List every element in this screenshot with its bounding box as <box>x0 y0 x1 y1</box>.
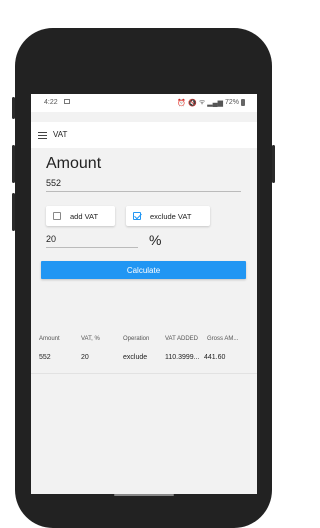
header-operation: Operation <box>123 336 150 342</box>
status-icons: ⏰ 🔇 ᯤ ▂▄▆ 72% <box>177 98 245 107</box>
alarm-icon: ⏰ <box>177 99 187 107</box>
hamburger-menu-icon[interactable] <box>38 132 47 139</box>
home-indicator <box>114 494 174 496</box>
cell-gross-amount: 441.60 <box>204 354 226 361</box>
volume-button <box>12 97 15 119</box>
status-bar: 4:22 ⏰ 🔇 ᯤ ▂▄▆ 72% <box>31 94 257 112</box>
exclude-vat-checkbox[interactable]: exclude VAT <box>126 206 210 226</box>
volume-button-lowest <box>12 193 15 231</box>
cell-operation: exclude <box>123 354 148 361</box>
row-divider <box>31 373 257 374</box>
header-vat-added: VAT ADDED <box>165 336 199 342</box>
toolbar-title: VAT <box>53 130 68 139</box>
add-vat-checkbox-box[interactable] <box>53 212 61 220</box>
power-button <box>272 145 275 183</box>
vat-percent-input[interactable]: 20 <box>46 234 56 244</box>
volume-button-lower <box>12 145 15 183</box>
exclude-vat-label: exclude VAT <box>150 211 192 221</box>
status-time: 4:22 <box>44 99 58 106</box>
header-gross-amount: Gross AM... <box>207 336 239 342</box>
mute-icon: 🔇 <box>188 99 197 107</box>
vat-underline <box>46 247 138 248</box>
battery-percent: 72% <box>224 99 239 106</box>
percent-symbol: % <box>149 232 162 248</box>
signal-icon: ▂▄▆ <box>207 99 223 107</box>
cell-vat-added: 110.3999... <box>165 354 200 361</box>
add-vat-label: add VAT <box>70 211 99 221</box>
cell-vat-percent: 20 <box>81 354 89 361</box>
image-notification-icon <box>64 99 70 104</box>
battery-icon <box>241 99 245 106</box>
cell-amount: 552 <box>39 354 51 361</box>
header-vat-percent: VAT, % <box>81 336 100 342</box>
app-toolbar: VAT <box>31 122 257 148</box>
amount-underline <box>46 191 241 192</box>
amount-input[interactable]: 552 <box>46 178 61 188</box>
calculate-button[interactable]: Calculate <box>41 261 246 279</box>
amount-label: Amount <box>46 155 102 172</box>
exclude-vat-checkbox-box[interactable] <box>133 212 141 220</box>
wifi-icon: ᯤ <box>198 99 206 106</box>
add-vat-checkbox[interactable]: add VAT <box>46 206 115 226</box>
app-screen: 4:22 ⏰ 🔇 ᯤ ▂▄▆ 72% VAT Amount 552 add VA… <box>31 94 257 494</box>
header-amount: Amount <box>39 336 60 342</box>
